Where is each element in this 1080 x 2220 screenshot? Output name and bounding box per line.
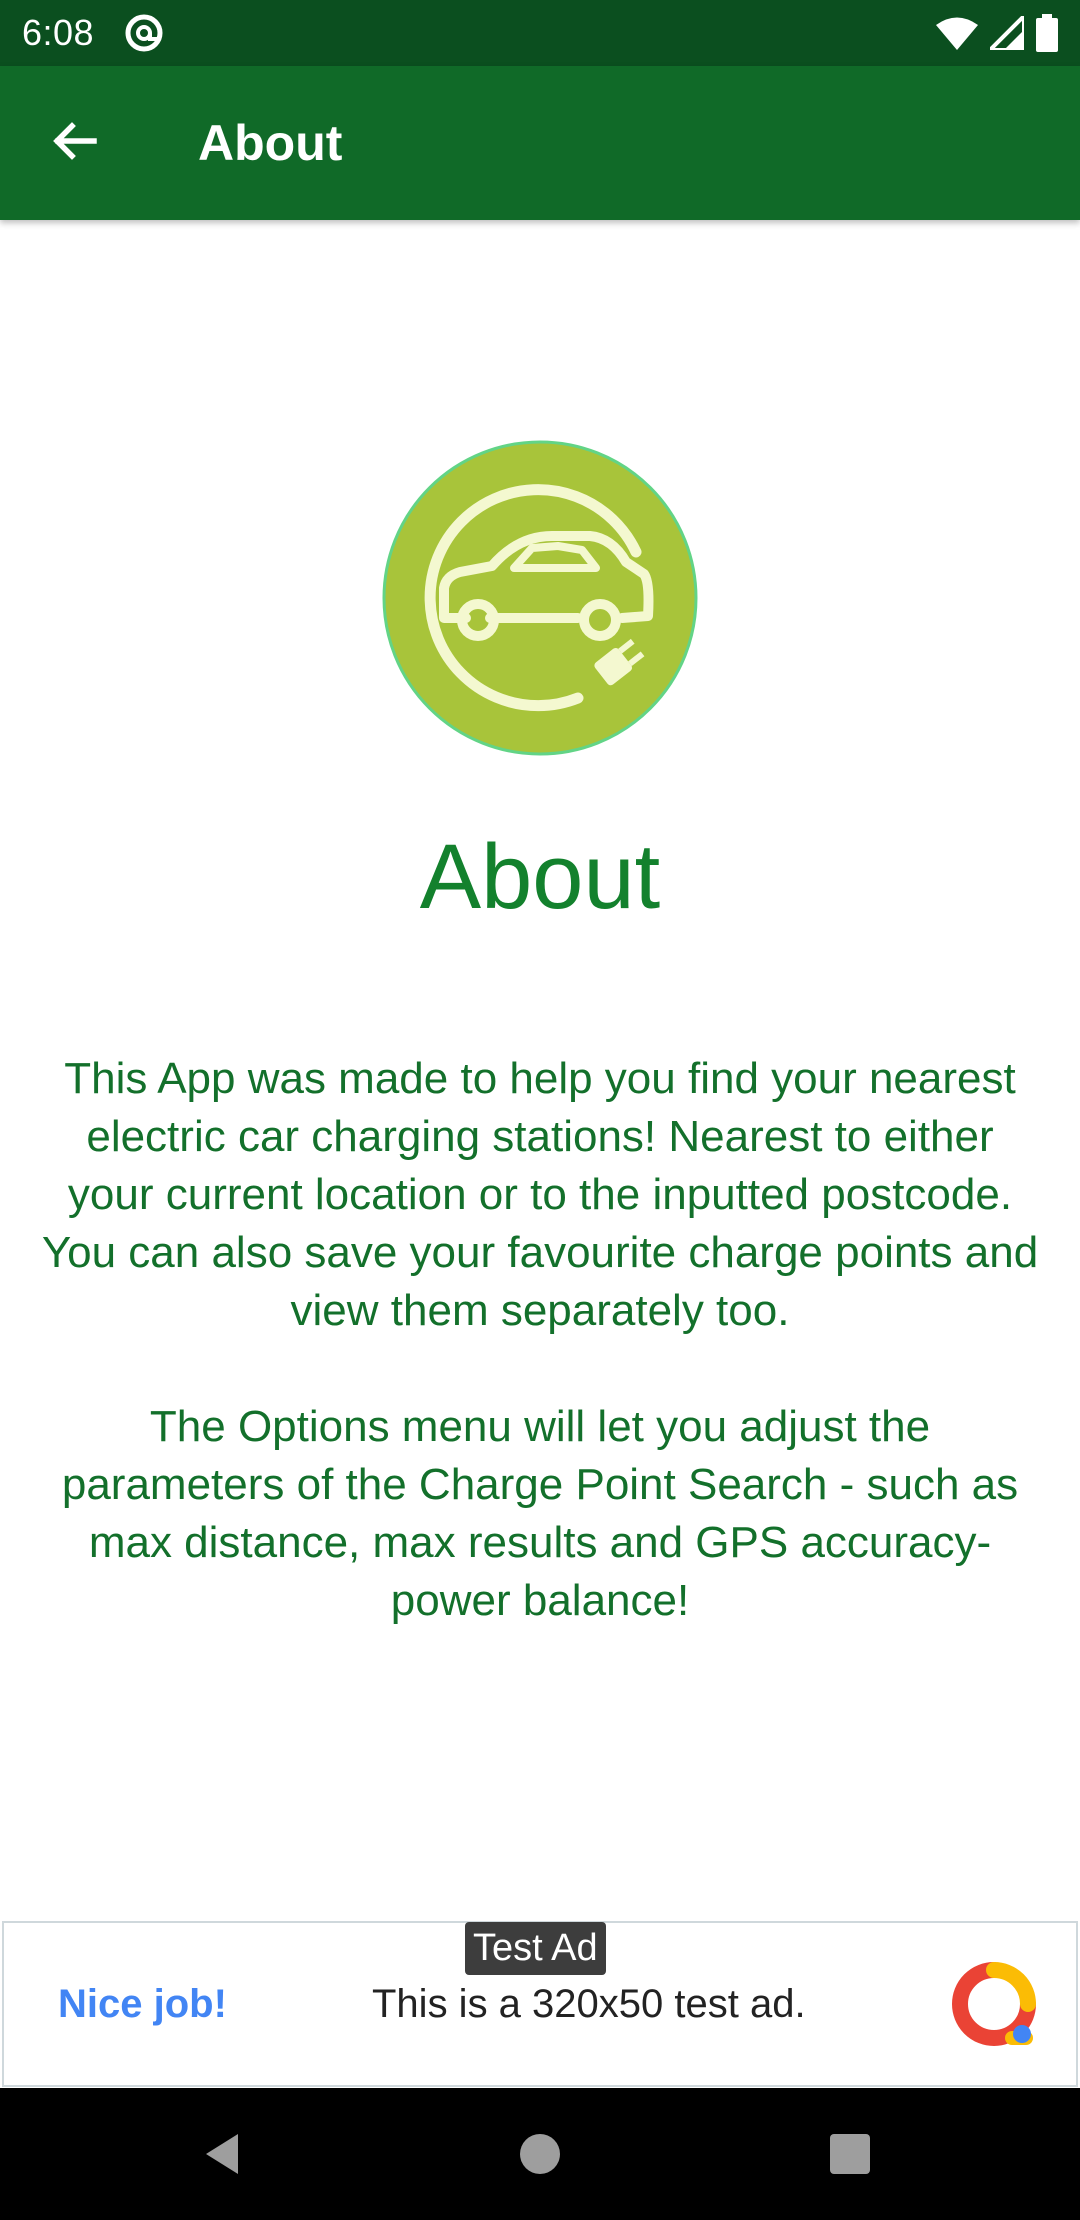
wifi-icon: [936, 16, 978, 50]
system-nav-bar: [0, 2088, 1080, 2220]
at-sign-icon: [124, 13, 164, 53]
about-description: This App was made to help you find your …: [40, 1050, 1040, 1630]
battery-icon: [1036, 14, 1058, 52]
ad-logo-icon[interactable]: [952, 1962, 1036, 2046]
status-left: 6:08: [22, 12, 164, 54]
screen: 6:08 About About This App was made to he…: [0, 0, 1080, 2220]
nav-home-icon[interactable]: [510, 2124, 570, 2184]
nav-back-icon[interactable]: [196, 2124, 256, 2184]
app-bar-title: About: [198, 115, 343, 171]
nav-recents-icon[interactable]: [820, 2124, 880, 2184]
about-paragraph-2: The Options menu will let you adjust the…: [61, 1402, 1019, 1625]
status-right: [936, 14, 1058, 52]
ev-charging-car-icon: [382, 440, 698, 756]
status-bar: 6:08: [0, 0, 1080, 66]
ad-tag: Test Ad: [465, 1922, 606, 1975]
ad-body-text[interactable]: This is a 320x50 test ad.: [372, 1982, 806, 2027]
about-paragraph-1: This App was made to help you find your …: [41, 1054, 1039, 1335]
page-heading: About: [419, 826, 661, 928]
signal-icon: [990, 16, 1024, 50]
app-bar: About: [0, 66, 1080, 220]
back-button[interactable]: [18, 87, 130, 199]
arrow-left-icon: [50, 117, 98, 170]
ad-headline[interactable]: Nice job!: [58, 1982, 227, 2027]
status-time: 6:08: [22, 12, 95, 53]
